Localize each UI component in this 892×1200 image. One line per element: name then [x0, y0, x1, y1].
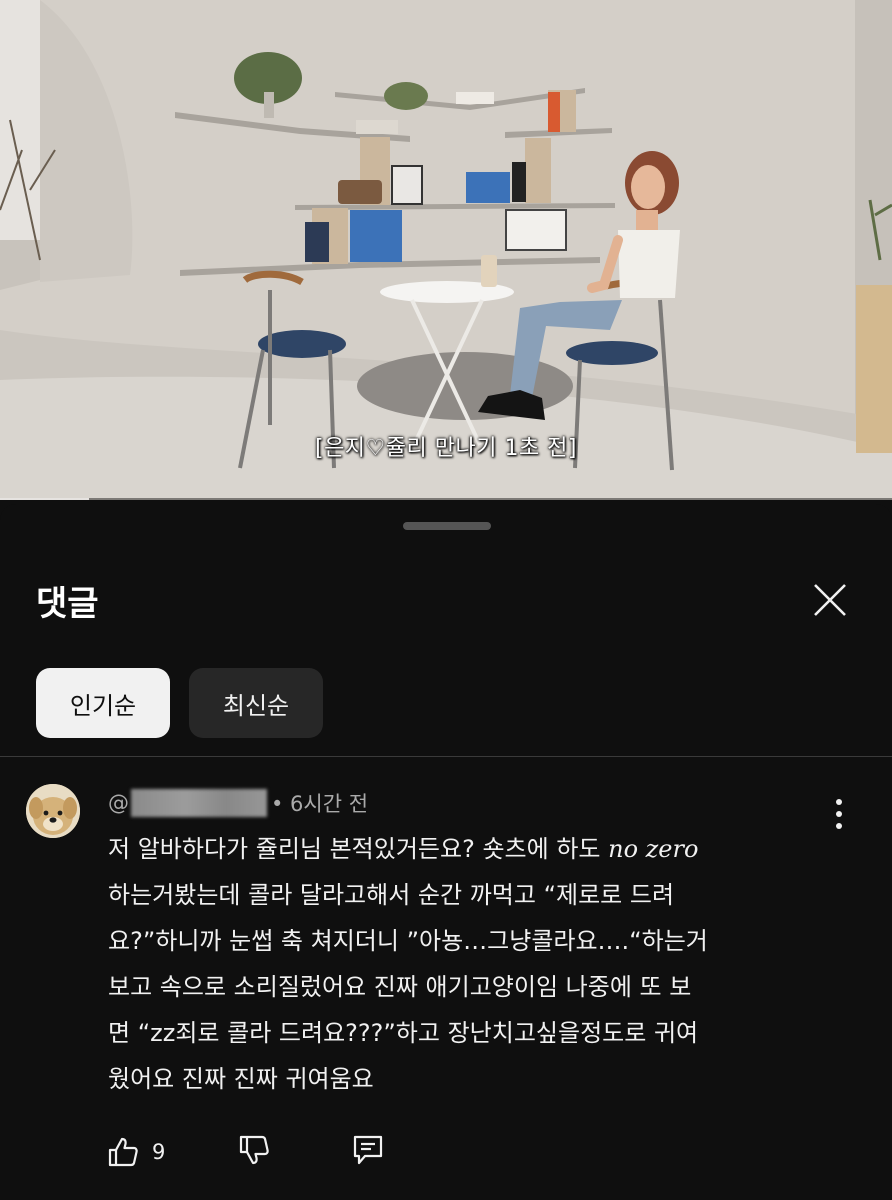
comment-meta: @ • 6시간 전: [108, 788, 368, 818]
sheet-title: 댓글: [36, 584, 99, 624]
reply-button[interactable]: [351, 1133, 385, 1171]
sheet-drag-handle[interactable]: [403, 522, 491, 530]
avatar[interactable]: [26, 784, 80, 838]
reply-icon: [354, 1135, 383, 1165]
like-count: 9: [152, 1140, 166, 1164]
comment-line-1: 저 알바하다가 쥴리님 본적있거든요? 숏츠에 하도: [108, 835, 609, 863]
comment-actions: 9: [106, 1130, 385, 1174]
author-handle-redacted: [131, 789, 267, 817]
video-frame: [0, 0, 892, 500]
sort-chip-top[interactable]: 인기순: [36, 668, 170, 738]
puppy-avatar-icon: [26, 784, 80, 838]
comments-sheet: 댓글 인기순 최신순 @ • 6시간 전 저 알바하다가 쥴리님 본적있거든요?…: [0, 504, 892, 1200]
video-progress-bar[interactable]: [0, 498, 892, 500]
like-button[interactable]: 9: [106, 1135, 237, 1169]
video-player[interactable]: [은지♡쥴리 만나기 1초 전]: [0, 0, 892, 500]
close-button[interactable]: [806, 576, 854, 624]
close-icon: [814, 584, 846, 616]
thumbs-down-icon: [240, 1135, 270, 1165]
comment-timestamp: • 6시간 전: [271, 792, 369, 816]
comment-text-rest: 하는거봤는데 콜라 달라고해서 순간 까먹고 “제로로 드려 요?”하니까 눈썹…: [108, 881, 708, 1093]
comment-emphasis: no zero: [608, 835, 699, 863]
author-handle-prefix[interactable]: @: [108, 791, 129, 815]
comment-text: 저 알바하다가 쥴리님 본적있거든요? 숏츠에 하도 no zero 하는거봤는…: [108, 826, 838, 1102]
sort-chip-newest[interactable]: 최신순: [189, 668, 323, 738]
dislike-button[interactable]: [237, 1133, 271, 1171]
video-subtitle: [은지♡쥴리 만나기 1초 전]: [314, 436, 578, 461]
thumbs-up-icon: [108, 1137, 138, 1167]
divider: [0, 756, 892, 757]
video-progress-fill: [0, 498, 90, 500]
